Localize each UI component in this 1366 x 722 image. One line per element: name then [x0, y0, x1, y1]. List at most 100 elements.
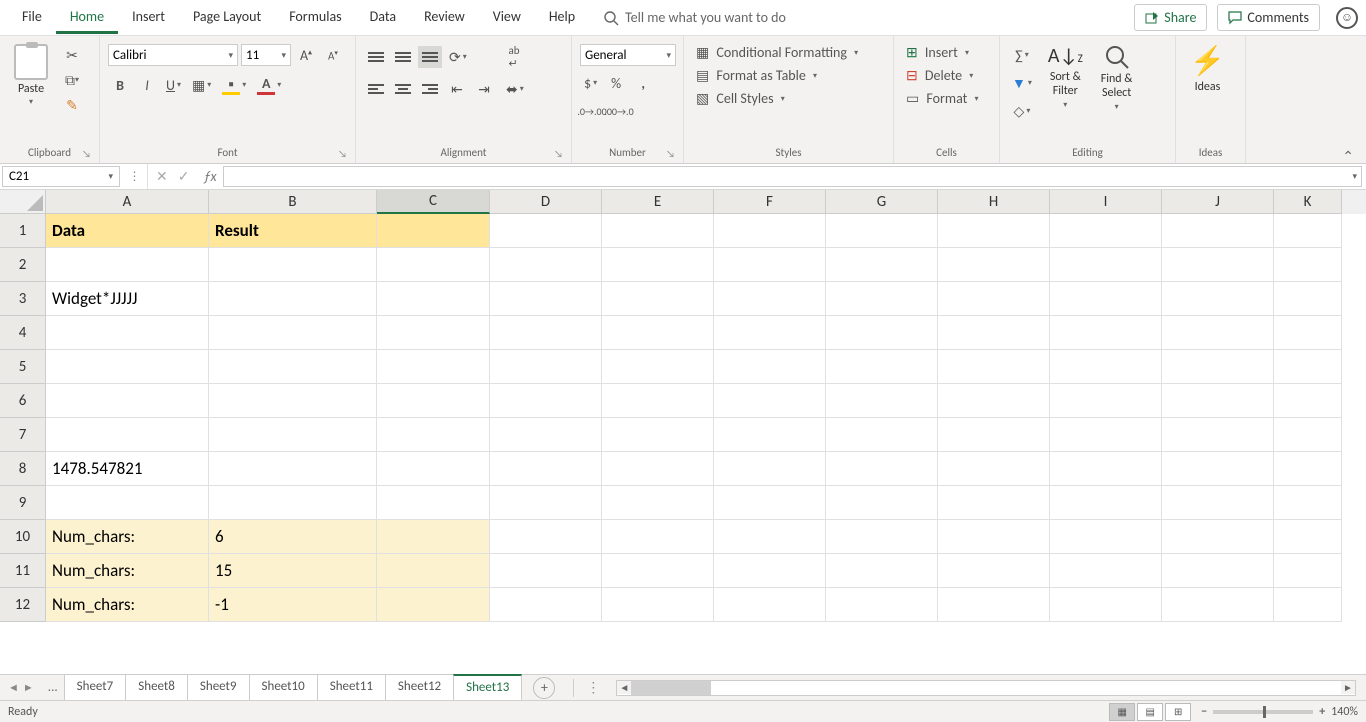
cell-K8[interactable] [1274, 452, 1342, 486]
cell-A5[interactable] [46, 350, 209, 384]
sheet-tab-sheet13[interactable]: Sheet13 [453, 674, 522, 701]
cell-K10[interactable] [1274, 520, 1342, 554]
row-header-8[interactable]: 8 [0, 452, 46, 486]
cell-B2[interactable] [209, 248, 377, 282]
cell-A1[interactable]: Data [46, 214, 209, 248]
cell-K5[interactable] [1274, 350, 1342, 384]
increase-indent-button[interactable]: ⇥ [472, 78, 496, 100]
cell-H4[interactable] [938, 316, 1050, 350]
cell-E1[interactable] [602, 214, 714, 248]
normal-view-button[interactable]: ▦ [1109, 703, 1135, 721]
cell-A8[interactable]: 1478.547821 [46, 452, 209, 486]
find-select-button[interactable]: Find & Select▾ [1095, 40, 1139, 116]
cell-J10[interactable] [1162, 520, 1274, 554]
menu-tab-formulas[interactable]: Formulas [275, 2, 355, 34]
align-right-button[interactable] [418, 78, 442, 100]
menu-tab-data[interactable]: Data [356, 2, 410, 34]
expand-formula-icon[interactable]: ▾ [1352, 171, 1357, 182]
align-center-button[interactable] [391, 78, 415, 100]
cell-H2[interactable] [938, 248, 1050, 282]
decrease-decimal-button[interactable]: .00→.0 [607, 100, 631, 122]
cell-G12[interactable] [826, 588, 938, 622]
cell-F4[interactable] [714, 316, 826, 350]
cell-H10[interactable] [938, 520, 1050, 554]
cell-J12[interactable] [1162, 588, 1274, 622]
column-header-C[interactable]: C [377, 190, 490, 214]
cell-B12[interactable]: -1 [209, 588, 377, 622]
align-bottom-button[interactable] [418, 46, 442, 68]
sheet-tab-sheet11[interactable]: Sheet11 [317, 674, 386, 701]
cell-D12[interactable] [490, 588, 602, 622]
add-sheet-button[interactable]: + [533, 677, 555, 699]
cell-K1[interactable] [1274, 214, 1342, 248]
cell-C6[interactable] [377, 384, 490, 418]
column-header-J[interactable]: J [1162, 190, 1274, 214]
cell-C5[interactable] [377, 350, 490, 384]
cell-J2[interactable] [1162, 248, 1274, 282]
tab-ellipsis[interactable]: ... [42, 680, 64, 695]
cell-I10[interactable] [1050, 520, 1162, 554]
menu-tab-help[interactable]: Help [535, 2, 589, 34]
cell-H8[interactable] [938, 452, 1050, 486]
cell-I12[interactable] [1050, 588, 1162, 622]
cell-K2[interactable] [1274, 248, 1342, 282]
column-header-D[interactable]: D [490, 190, 602, 214]
cell-C11[interactable] [377, 554, 490, 588]
format-painter-button[interactable]: ✎ [60, 94, 84, 116]
column-header-I[interactable]: I [1050, 190, 1162, 214]
autosum-button[interactable]: ∑▾ [1008, 44, 1036, 66]
menu-tab-insert[interactable]: Insert [118, 2, 179, 34]
cell-A2[interactable] [46, 248, 209, 282]
cell-H3[interactable] [938, 282, 1050, 316]
cell-B4[interactable] [209, 316, 377, 350]
row-header-9[interactable]: 9 [0, 486, 46, 520]
cell-C7[interactable] [377, 418, 490, 452]
wrap-text-button[interactable]: ab↵ [502, 46, 526, 68]
cell-F12[interactable] [714, 588, 826, 622]
cell-E8[interactable] [602, 452, 714, 486]
conditional-formatting-button[interactable]: ▦ Conditional Formatting ▾ [692, 44, 862, 61]
cell-D11[interactable] [490, 554, 602, 588]
cell-F6[interactable] [714, 384, 826, 418]
column-header-F[interactable]: F [714, 190, 826, 214]
cell-A6[interactable] [46, 384, 209, 418]
menu-tab-home[interactable]: Home [56, 2, 118, 34]
cell-K12[interactable] [1274, 588, 1342, 622]
font-name-select[interactable]: Calibri▾ [108, 44, 238, 66]
fill-button[interactable]: ▼▾ [1008, 72, 1036, 94]
comma-style-button[interactable]: , [631, 72, 655, 94]
clipboard-launcher[interactable]: ↘ [82, 147, 91, 160]
column-header-G[interactable]: G [826, 190, 938, 214]
cell-I11[interactable] [1050, 554, 1162, 588]
cell-E3[interactable] [602, 282, 714, 316]
italic-button[interactable]: I [135, 74, 159, 96]
number-launcher[interactable]: ↘ [666, 147, 675, 160]
cell-D2[interactable] [490, 248, 602, 282]
cell-K6[interactable] [1274, 384, 1342, 418]
cell-G9[interactable] [826, 486, 938, 520]
row-header-6[interactable]: 6 [0, 384, 46, 418]
column-header-K[interactable]: K [1274, 190, 1342, 214]
cell-H1[interactable] [938, 214, 1050, 248]
formula-input[interactable]: ▾ [223, 166, 1362, 187]
cell-F1[interactable] [714, 214, 826, 248]
sheet-tab-sheet12[interactable]: Sheet12 [385, 674, 454, 701]
horizontal-scrollbar[interactable]: ◄ ► [616, 680, 1356, 696]
cell-B3[interactable] [209, 282, 377, 316]
row-header-7[interactable]: 7 [0, 418, 46, 452]
cell-D4[interactable] [490, 316, 602, 350]
cell-E9[interactable] [602, 486, 714, 520]
feedback-smiley-icon[interactable]: ☺ [1336, 7, 1358, 29]
cell-K11[interactable] [1274, 554, 1342, 588]
number-format-select[interactable]: General▾ [580, 44, 676, 66]
cell-B8[interactable] [209, 452, 377, 486]
zoom-in-button[interactable]: + [1319, 705, 1325, 719]
cell-K3[interactable] [1274, 282, 1342, 316]
accounting-format-button[interactable]: $▾ [580, 72, 601, 94]
cell-B1[interactable]: Result [209, 214, 377, 248]
fx-icon[interactable]: ƒx [197, 164, 222, 189]
comments-button[interactable]: Comments [1217, 4, 1320, 31]
sheet-tab-sheet7[interactable]: Sheet7 [64, 674, 127, 701]
collapse-ribbon-button[interactable]: ⌃ [1342, 148, 1354, 165]
cell-A7[interactable] [46, 418, 209, 452]
